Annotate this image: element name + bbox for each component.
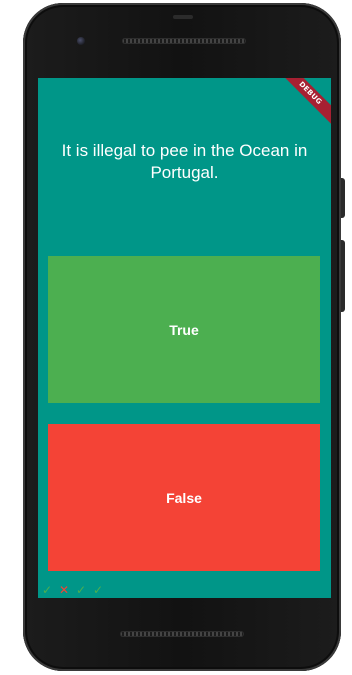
volume-rocker <box>341 240 345 312</box>
true-button[interactable]: True <box>48 256 320 403</box>
question-text: It is illegal to pee in the Ocean in Por… <box>61 141 308 182</box>
false-button[interactable]: False <box>48 424 320 571</box>
top-speaker-grille <box>122 38 246 44</box>
power-button <box>341 178 345 218</box>
earpiece-slot <box>173 15 193 19</box>
front-camera-icon <box>77 37 85 45</box>
check-icon: ✓ <box>92 583 104 597</box>
check-icon: ✓ <box>75 583 87 597</box>
bottom-speaker-grille <box>120 631 244 637</box>
check-icon: ✓ <box>41 583 53 597</box>
score-keeper: ✓ ✕ ✓ ✓ <box>40 583 105 597</box>
debug-banner: DEBUG <box>274 78 331 129</box>
close-icon: ✕ <box>58 583 70 597</box>
app-screen: DEBUG It is illegal to pee in the Ocean … <box>38 78 331 598</box>
